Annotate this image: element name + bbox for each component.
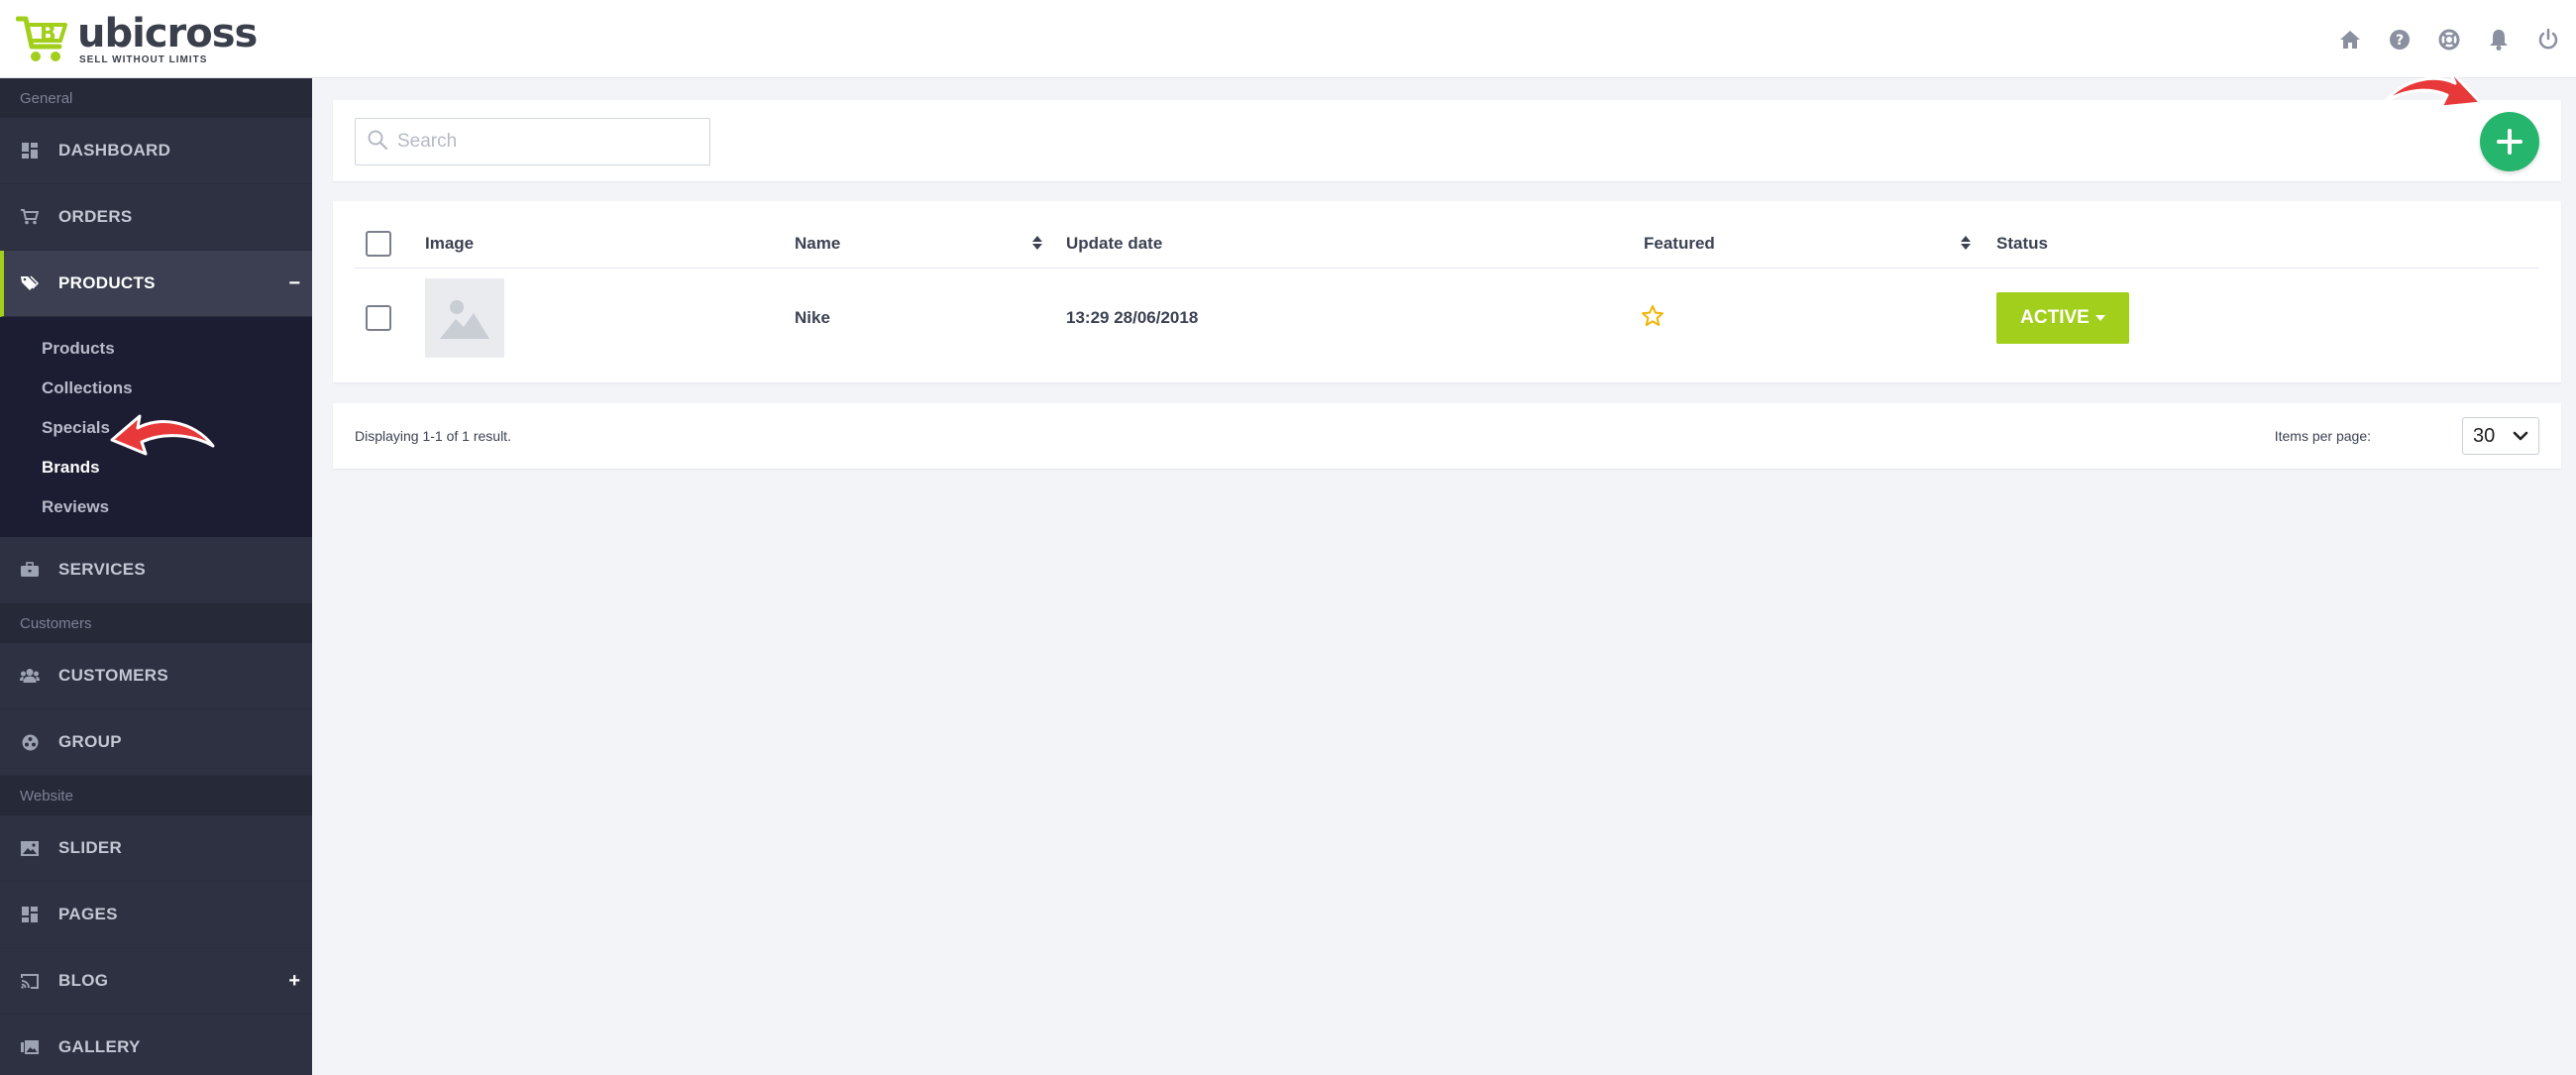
submenu-item-reviews[interactable]: Reviews [0, 487, 312, 527]
expand-toggle[interactable]: + [288, 970, 300, 993]
sidebar-item-customers[interactable]: CUSTOMERS [0, 643, 312, 709]
sidebar-item-orders[interactable]: ORDERS [0, 184, 312, 251]
brand-name: ubicross [77, 11, 258, 56]
power-icon[interactable] [2534, 22, 2562, 57]
brand-image-placeholder[interactable] [425, 278, 504, 358]
column-header-featured[interactable]: Featured [1644, 219, 1715, 269]
sidebar-item-label: ORDERS [58, 207, 133, 226]
sidebar-section-website: Website [0, 776, 312, 815]
sidebar-section-general: General [0, 78, 312, 118]
chevron-down-icon [2513, 431, 2528, 441]
briefcase-icon [20, 560, 40, 580]
sidebar-item-label: SLIDER [58, 838, 123, 857]
collapse-toggle[interactable]: − [288, 272, 300, 295]
submenu-item-products[interactable]: Products [0, 329, 312, 369]
cast-icon [20, 971, 40, 991]
brands-table: Image Name Update date Featured Status N… [333, 201, 2561, 382]
submenu-item-brands[interactable]: Brands [0, 448, 312, 487]
column-header-name[interactable]: Name [795, 219, 840, 269]
column-header-update-date[interactable]: Update date [1066, 219, 1162, 269]
cart-logo-icon: B [15, 13, 73, 66]
sidebar-item-label: BLOG [58, 971, 109, 990]
table-header: Image Name Update date Featured Status [355, 219, 2539, 269]
users-icon [20, 666, 40, 686]
svg-text:?: ? [2396, 33, 2404, 49]
help-icon[interactable]: ? [2386, 22, 2414, 57]
tags-icon [20, 273, 40, 293]
lifebuoy-icon[interactable] [2435, 22, 2463, 57]
top-bar: B ubicross SELL WITHOUT LIMITS ? [0, 0, 2576, 78]
sidebar-item-label: GALLERY [58, 1037, 141, 1056]
search-icon [368, 130, 388, 155]
cart-icon [20, 207, 40, 227]
pages-icon [20, 905, 40, 924]
update-date-cell: 13:29 28/06/2018 [1066, 308, 1199, 327]
add-brand-button[interactable] [2480, 112, 2539, 171]
search-panel [333, 100, 2561, 181]
image-icon [20, 838, 40, 858]
status-label: ACTIVE [2020, 307, 2090, 328]
sidebar-item-services[interactable]: SERVICES [0, 537, 312, 603]
results-summary: Displaying 1-1 of 1 result. [355, 428, 511, 444]
sidebar-section-customers: Customers [0, 603, 312, 643]
column-header-status: Status [1996, 234, 2048, 253]
svg-text:B: B [40, 22, 56, 47]
gallery-icon [20, 1037, 40, 1057]
image-placeholder-icon [440, 300, 489, 339]
sidebar: General DASHBOARD ORDERS PRODUCTS − Prod… [0, 78, 312, 1075]
sidebar-item-products[interactable]: PRODUCTS − [0, 251, 312, 317]
brand-tagline: SELL WITHOUT LIMITS [79, 54, 208, 65]
sidebar-item-slider[interactable]: SLIDER [0, 815, 312, 882]
table-row[interactable]: Nike 13:29 28/06/2018 ACTIVE [355, 269, 2539, 368]
items-per-page-label: Items per page: [2274, 428, 2371, 444]
group-icon [20, 732, 40, 752]
plus-icon [2497, 129, 2522, 155]
sidebar-item-label: SERVICES [58, 560, 147, 579]
submenu-item-specials[interactable]: Specials [0, 408, 312, 448]
sidebar-item-label: GROUP [58, 732, 122, 751]
sort-icon[interactable] [1960, 233, 1972, 253]
search-input[interactable] [397, 131, 695, 153]
logo[interactable]: B ubicross SELL WITHOUT LIMITS [15, 11, 258, 67]
sidebar-item-pages[interactable]: PAGES [0, 882, 312, 948]
select-all-checkbox[interactable] [366, 231, 391, 257]
row-checkbox[interactable] [366, 305, 391, 331]
pagination-bar: Displaying 1-1 of 1 result. Items per pa… [333, 403, 2561, 469]
brand-name-cell: Nike [795, 308, 830, 327]
sidebar-item-group[interactable]: GROUP [0, 709, 312, 776]
dashboard-icon [20, 141, 40, 161]
sidebar-item-label: DASHBOARD [58, 141, 171, 160]
sidebar-item-gallery[interactable]: GALLERY [0, 1015, 312, 1075]
caret-down-icon [2094, 315, 2105, 321]
items-per-page-value: 30 [2473, 424, 2496, 447]
submenu-item-collections[interactable]: Collections [0, 369, 312, 408]
bell-icon[interactable] [2485, 22, 2513, 57]
sidebar-item-blog[interactable]: BLOG + [0, 948, 312, 1015]
sort-icon[interactable] [1031, 233, 1043, 253]
sidebar-item-label: PRODUCTS [58, 273, 156, 292]
sidebar-item-dashboard[interactable]: DASHBOARD [0, 118, 312, 184]
items-per-page-select[interactable]: 30 [2462, 417, 2539, 455]
search-field[interactable] [355, 118, 710, 165]
products-submenu: Products Collections Specials Brands Rev… [0, 317, 312, 537]
status-dropdown-button[interactable]: ACTIVE [1996, 292, 2129, 344]
column-header-image: Image [425, 234, 475, 253]
home-icon[interactable] [2336, 22, 2364, 57]
sidebar-item-label: CUSTOMERS [58, 666, 169, 685]
sidebar-item-label: PAGES [58, 905, 118, 923]
star-outline-icon[interactable] [1641, 304, 1664, 333]
